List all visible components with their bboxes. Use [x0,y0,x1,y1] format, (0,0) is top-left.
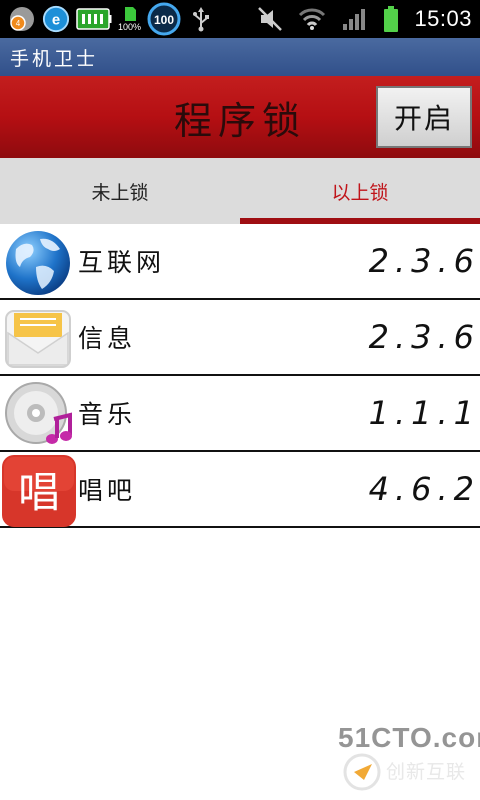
list-item-changba[interactable]: 唱 唱吧 4.6.2 [0,452,480,528]
tab-unlocked[interactable]: 未上锁 [0,158,240,224]
app-title: 手机卫士 [10,47,99,70]
music-cd-icon [2,379,74,449]
tab-locked[interactable]: 以上锁 [240,158,480,224]
svg-text:唱: 唱 [18,468,60,517]
app-title-bar: 手机卫士 [0,38,480,76]
watermark-site: 51CTO.com [338,722,480,753]
usb-icon [187,5,215,33]
watermark-logo-icon [342,752,384,792]
list-item-music[interactable]: 音乐 1.1.1 [0,376,480,452]
mute-icon [256,5,284,33]
status-left-icons: 4 e 100% 100 [8,2,215,36]
status-bar: 4 e 100% 100 15:03 [0,0,480,38]
list-item-internet[interactable]: 互联网 2.3.6 [0,224,480,300]
svg-text:100: 100 [154,13,174,27]
signal-icon [340,5,368,33]
app-name: 互联网 [78,248,166,277]
sdcard-indicator: 100% [118,6,141,32]
app-name: 音乐 [78,400,137,429]
app-version: 4.6.2 [368,470,480,508]
app-list: 互联网 2.3.6 信息 2.3.6 音乐 1.1.1 唱 唱吧 4.6.2 [0,224,480,528]
app-version: 2.3.6 [368,318,480,356]
enable-lock-button[interactable]: 开启 [376,86,472,148]
battery-percent-text: 100% [118,22,142,32]
app-version: 2.3.6 [368,242,480,280]
browser-icon: e [42,5,70,33]
speed-100-icon: 100 [147,2,181,36]
tab-bar: 未上锁 以上锁 [0,158,480,224]
battery-manager-icon [76,5,112,33]
battery-icon [382,5,400,33]
watermark-brand: 创新互联 [386,761,467,783]
app-version: 1.1.1 [368,394,480,432]
envelope-icon [2,303,74,373]
svg-text:e: e [52,12,60,29]
list-item-messages[interactable]: 信息 2.3.6 [0,300,480,376]
svg-text:4: 4 [16,19,21,28]
changba-icon: 唱 [2,455,76,527]
app-name: 唱吧 [78,476,137,505]
app-name: 信息 [78,324,137,353]
wifi-icon [298,5,326,33]
app-badge-icon: 4 [8,5,36,33]
globe-icon [2,227,74,297]
sdcard-icon [124,7,136,21]
clock: 15:03 [414,6,472,31]
page-header: 程序锁 开启 [0,76,480,158]
status-right-icons: 15:03 [256,5,472,33]
